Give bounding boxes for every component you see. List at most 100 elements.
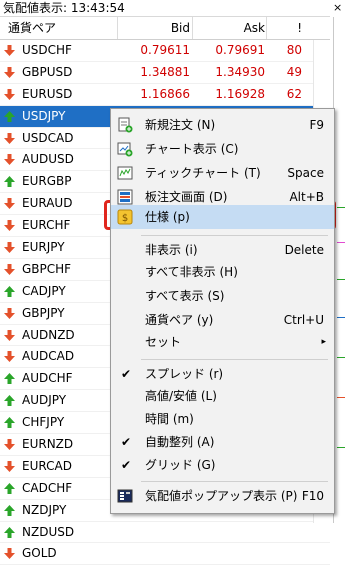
arrow-up-icon bbox=[4, 176, 15, 188]
context-menu: 新規注文 (N) F9 チャート表示 (C) ティックチャート (T) Spac… bbox=[110, 108, 335, 514]
column-divider[interactable] bbox=[266, 17, 267, 39]
arrow-down-icon bbox=[4, 263, 15, 275]
arrow-down-icon bbox=[4, 88, 15, 100]
menu-label: 時間 (m) bbox=[145, 412, 194, 426]
menu-shortcut: Space bbox=[287, 166, 324, 180]
menu-item-hide-all[interactable]: すべて非表示 (H) bbox=[111, 260, 334, 284]
menu-item-specification[interactable]: $ 仕様 (p) bbox=[111, 205, 334, 229]
arrow-down-icon bbox=[4, 198, 15, 210]
arrow-down-icon bbox=[4, 351, 15, 363]
symbol-cell: EURGBP bbox=[22, 174, 72, 189]
symbol-cell: AUDCHF bbox=[22, 371, 73, 386]
symbol-cell: USDJPY bbox=[22, 108, 66, 123]
symbol-cell: NZDJPY bbox=[22, 502, 67, 517]
menu-item-chart[interactable]: チャート表示 (C) bbox=[111, 137, 334, 161]
menu-label: 通貨ペア (y) bbox=[145, 313, 214, 327]
arrow-up-icon bbox=[4, 110, 15, 122]
arrow-down-icon bbox=[4, 220, 15, 232]
symbol-cell: AUDUSD bbox=[22, 152, 74, 167]
checkmark-icon: ✔ bbox=[121, 435, 132, 449]
ask-cell: 1.16928 bbox=[215, 86, 265, 101]
menu-label: 気配値ポップアップ表示 (P) bbox=[145, 489, 298, 503]
menu-item-auto-arrange[interactable]: ✔ 自動整列 (A) bbox=[111, 430, 334, 454]
close-button[interactable]: × bbox=[333, 2, 343, 14]
chart-fragment bbox=[337, 207, 345, 208]
chart-fragment bbox=[337, 242, 345, 243]
table-row[interactable]: GBPUSD 1.34881 1.34930 49 bbox=[0, 62, 330, 84]
menu-item-high-low[interactable]: 高値/安値 (L) bbox=[111, 384, 334, 408]
table-row[interactable]: NZDUSD bbox=[0, 522, 330, 544]
table-row[interactable]: EURUSD 1.16866 1.16928 62 bbox=[0, 84, 330, 106]
menu-shortcut: F9 bbox=[309, 118, 324, 132]
arrow-up-icon bbox=[4, 526, 15, 538]
arrow-up-icon bbox=[4, 482, 15, 494]
spread-cell: 49 bbox=[286, 64, 302, 79]
header-ask[interactable]: Ask bbox=[195, 17, 265, 39]
window-title: 気配値表示: 13:43:54 bbox=[0, 0, 330, 17]
checkmark-icon: ✔ bbox=[121, 458, 132, 472]
spread-cell: 62 bbox=[286, 86, 302, 101]
column-divider[interactable] bbox=[117, 17, 118, 39]
symbol-cell: GBPJPY bbox=[22, 305, 65, 320]
symbol-cell: GBPCHF bbox=[22, 261, 72, 276]
checkmark-icon: ✔ bbox=[121, 367, 132, 381]
arrow-down-icon bbox=[4, 132, 15, 144]
menu-item-popup-prices[interactable]: 気配値ポップアップ表示 (P) F10 bbox=[111, 484, 334, 508]
column-divider[interactable] bbox=[192, 17, 193, 39]
menu-label: ティックチャート (T) bbox=[145, 166, 261, 180]
symbol-cell: CHFJPY bbox=[22, 415, 65, 430]
ask-cell: 0.79691 bbox=[215, 43, 265, 57]
table-header: 通貨ペア Bid Ask ! bbox=[0, 17, 330, 40]
menu-label: 新規注文 (N) bbox=[145, 118, 216, 132]
menu-label: 自動整列 (A) bbox=[145, 435, 215, 449]
arrow-down-icon bbox=[4, 460, 15, 472]
table-row[interactable]: GOLD bbox=[0, 543, 330, 565]
chart-fragment bbox=[337, 279, 345, 280]
menu-item-tick-chart[interactable]: ティックチャート (T) Space bbox=[111, 161, 334, 185]
arrow-down-icon bbox=[4, 154, 15, 166]
symbol-cell: EURUSD bbox=[22, 86, 73, 101]
submenu-arrow-icon: ▸ bbox=[321, 337, 326, 347]
header-symbol[interactable]: 通貨ペア bbox=[8, 17, 56, 39]
chart-fragment bbox=[337, 317, 345, 318]
symbol-cell: CADCHF bbox=[22, 480, 73, 495]
menu-item-symbols[interactable]: 通貨ペア (y) Ctrl+U bbox=[111, 308, 334, 332]
menu-separator bbox=[141, 359, 328, 360]
menu-item-grid[interactable]: ✔ グリッド (G) bbox=[111, 453, 334, 477]
symbol-cell: AUDCAD bbox=[22, 349, 75, 364]
symbol-cell: CADJPY bbox=[22, 283, 66, 298]
header-spread[interactable]: ! bbox=[268, 17, 302, 39]
bid-cell: 0.79611 bbox=[140, 43, 190, 57]
menu-item-show-all[interactable]: すべて表示 (S) bbox=[111, 284, 334, 308]
menu-shortcut: F10 bbox=[301, 489, 324, 503]
symbol-cell: AUDJPY bbox=[22, 393, 67, 408]
symbol-cell: AUDNZD bbox=[22, 327, 75, 342]
symbol-cell: EURCAD bbox=[22, 458, 72, 473]
chart-window-icon bbox=[117, 141, 133, 157]
symbol-cell: USDCHF bbox=[22, 43, 72, 57]
chart-fragment bbox=[337, 397, 345, 398]
arrow-down-icon bbox=[4, 66, 15, 78]
table-row[interactable]: USDCHF 0.79611 0.79691 80 bbox=[0, 40, 330, 62]
menu-item-sets[interactable]: セット ▸ bbox=[111, 330, 334, 354]
arrow-up-icon bbox=[4, 285, 15, 297]
tick-chart-icon bbox=[117, 165, 133, 181]
menu-item-spread[interactable]: ✔ スプレッド (r) bbox=[111, 362, 334, 386]
menu-shortcut: Delete bbox=[284, 243, 324, 257]
menu-label: グリッド (G) bbox=[145, 458, 216, 472]
ask-cell: 1.34930 bbox=[215, 64, 265, 79]
menu-item-new-order[interactable]: 新規注文 (N) F9 bbox=[111, 113, 334, 137]
svg-text:$: $ bbox=[122, 213, 128, 224]
menu-label: 仕様 (p) bbox=[145, 210, 190, 224]
symbol-cell: GBPUSD bbox=[22, 64, 73, 79]
arrow-down-icon bbox=[4, 548, 15, 560]
menu-separator bbox=[141, 481, 328, 482]
symbol-cell: GOLD bbox=[22, 546, 57, 561]
menu-item-hide[interactable]: 非表示 (i) Delete bbox=[111, 238, 334, 262]
arrow-down-icon bbox=[4, 242, 15, 254]
header-bid[interactable]: Bid bbox=[120, 17, 190, 39]
menu-label: 非表示 (i) bbox=[145, 243, 198, 257]
specification-icon: $ bbox=[117, 209, 133, 225]
menu-item-time[interactable]: 時間 (m) bbox=[111, 407, 334, 431]
symbol-cell: USDCAD bbox=[22, 130, 74, 145]
